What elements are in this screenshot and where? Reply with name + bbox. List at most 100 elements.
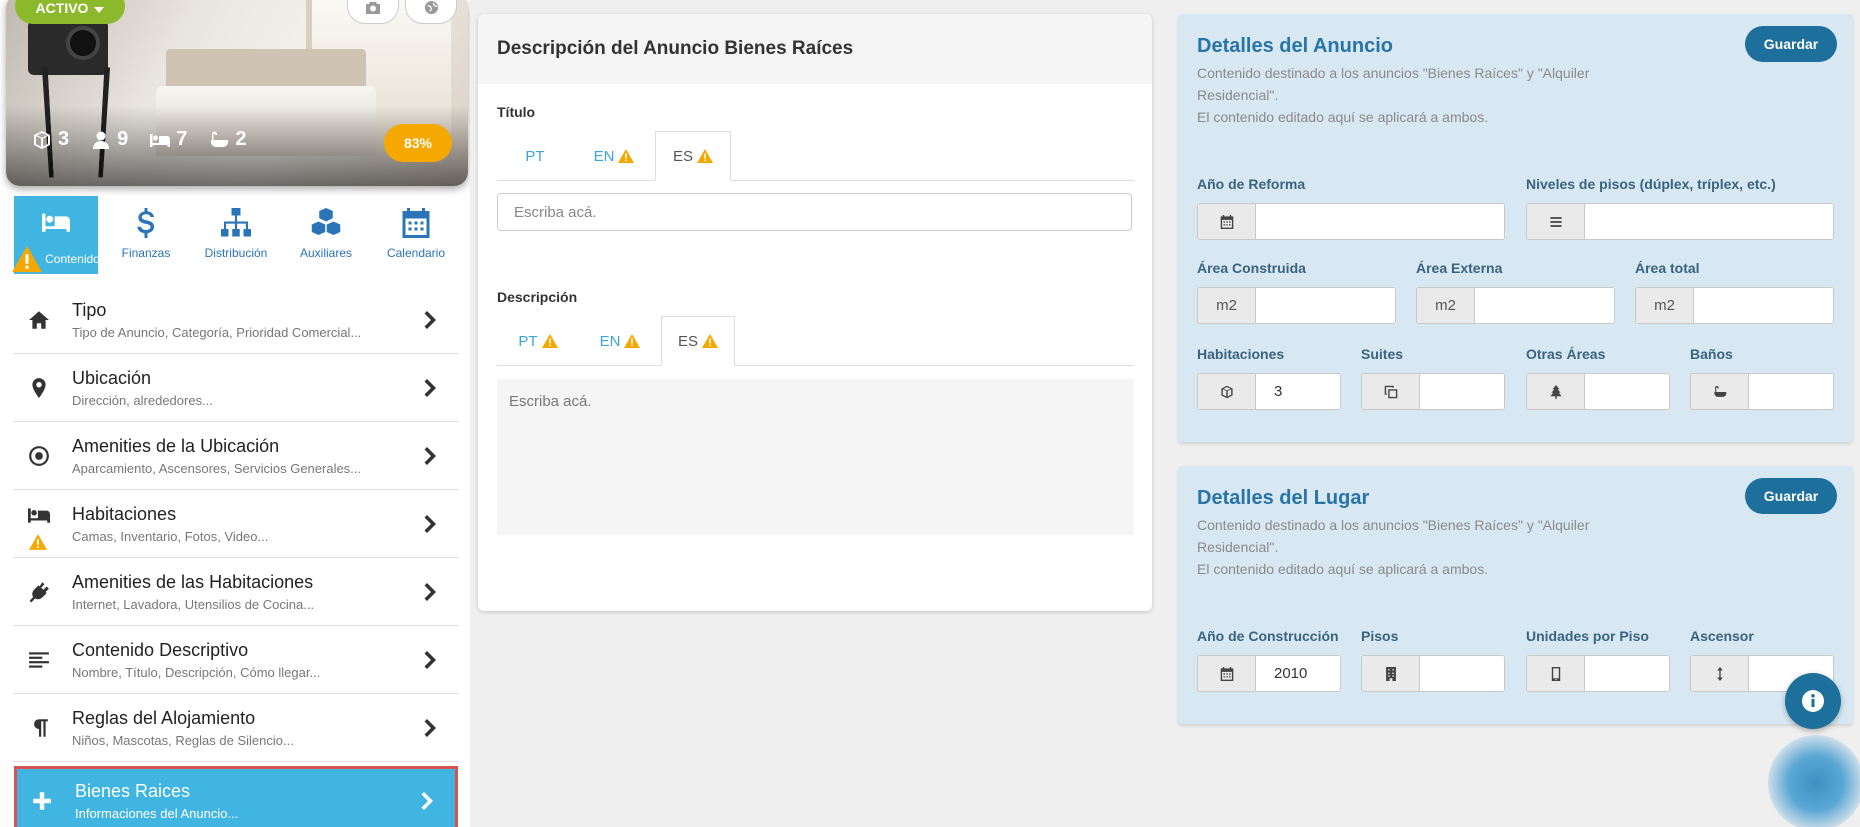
unit-addon: m2 (1417, 288, 1475, 323)
plus-icon (33, 792, 51, 810)
listing-details-title: Detalles del Anuncio (1197, 35, 1393, 57)
dollar-icon (137, 208, 155, 238)
menu-item-habitaciones[interactable]: Habitaciones Camas, Inventario, Fotos, Vi… (14, 490, 458, 558)
units-per-floor-field (1526, 655, 1670, 692)
warning-icon (618, 149, 635, 163)
bed-icon (42, 213, 70, 232)
listing-details-card: Detalles del Anuncio Contenido destinado… (1178, 14, 1853, 442)
globe-button[interactable] (405, 0, 457, 24)
built-area-input[interactable] (1256, 288, 1395, 323)
menu-item-amenities-ubicacion[interactable]: Amenities de la Ubicación Aparcamiento, A… (14, 422, 458, 490)
menu-item-reglas[interactable]: Reglas del Alojamiento Niños, Mascotas, R… (14, 694, 458, 762)
cube-icon (1220, 385, 1233, 398)
other-areas-field (1526, 373, 1670, 410)
bed-icon (28, 508, 50, 524)
content-menu: Tipo Tipo de Anuncio, Categoría, Priorida… (14, 286, 458, 827)
floors-input[interactable] (1420, 656, 1504, 691)
construction-year-input[interactable] (1256, 656, 1340, 691)
guests-stat: 9 (91, 128, 128, 151)
tab-calendario[interactable]: Calendario (374, 196, 458, 274)
description-card: Descripción del Anuncio Bienes Raíces Tí… (478, 14, 1152, 611)
tab-auxiliares[interactable]: Auxiliares (284, 196, 368, 274)
chevron-right-icon (424, 446, 436, 465)
description-card-title: Descripción del Anuncio Bienes Raíces (478, 14, 1152, 84)
renovation-year-field (1197, 203, 1505, 240)
chevron-right-icon (424, 650, 436, 669)
tab-contenido[interactable]: Contenido (12, 196, 100, 274)
title-tab-es[interactable]: ES (655, 131, 731, 181)
info-button[interactable] (1785, 673, 1841, 729)
map-pin-icon (32, 377, 46, 398)
tablet-icon (1551, 666, 1560, 681)
warning-icon (697, 149, 713, 163)
title-tab-pt[interactable]: PT (497, 131, 573, 181)
completion-badge: 83% (384, 124, 452, 162)
construction-year-label: Año de Construcción (1197, 628, 1339, 644)
external-area-input[interactable] (1475, 288, 1614, 323)
renovation-year-input[interactable] (1256, 204, 1504, 239)
bars-addon (1527, 204, 1585, 239)
building-icon (1385, 666, 1396, 681)
total-area-input[interactable] (1694, 288, 1833, 323)
total-area-label: Área total (1635, 260, 1700, 276)
rooms-field (1197, 373, 1341, 410)
menu-item-bienes-raices[interactable]: Bienes Raices Informaciones del Anuncio..… (14, 766, 458, 827)
status-dropdown[interactable]: ACTIVO (15, 0, 125, 24)
bathrooms-input[interactable] (1749, 374, 1833, 409)
total-area-field: m2 (1635, 287, 1834, 324)
save-button[interactable]: Guardar (1745, 478, 1837, 514)
menu-item-contenido-descriptivo[interactable]: Contenido Descriptivo Nombre, Título, Des… (14, 626, 458, 694)
warning-icon (541, 334, 558, 348)
paragraph-icon (34, 718, 48, 737)
property-photo[interactable]: 3 9 7 2 83% (6, 0, 468, 186)
other-areas-input[interactable] (1585, 374, 1669, 409)
tree-icon (1549, 384, 1562, 399)
units-per-floor-input[interactable] (1585, 656, 1669, 691)
elevator-label: Ascensor (1690, 628, 1754, 644)
plug-icon (29, 581, 49, 602)
menu-item-ubicacion[interactable]: Ubicación Dirección, alrededores... (14, 354, 458, 422)
align-left-icon (29, 651, 49, 668)
chat-widget-button[interactable] (1768, 735, 1860, 827)
rooms-input[interactable] (1256, 374, 1340, 409)
description-textarea[interactable] (497, 379, 1134, 535)
bed-icon (150, 133, 171, 147)
clone-addon (1362, 374, 1420, 409)
tab-distribucion[interactable]: Distribución (194, 196, 278, 274)
title-tab-en[interactable]: EN (573, 131, 655, 181)
calendar-icon (1220, 666, 1233, 681)
floor-levels-input[interactable] (1585, 204, 1833, 239)
built-area-label: Área Construida (1197, 260, 1306, 276)
calendar-addon (1198, 204, 1256, 239)
menu-item-amenities-habitaciones[interactable]: Amenities de las Habitaciones Internet, L… (14, 558, 458, 626)
chevron-right-icon (424, 310, 436, 329)
tab-finanzas[interactable]: Finanzas (104, 196, 188, 274)
chevron-right-icon (424, 514, 436, 533)
description-tab-en[interactable]: EN (579, 316, 661, 366)
suites-field (1361, 373, 1505, 410)
suites-input[interactable] (1420, 374, 1504, 409)
info-icon (1802, 690, 1824, 712)
caret-down-icon (94, 7, 105, 13)
save-button[interactable]: Guardar (1745, 26, 1837, 62)
clone-icon (1384, 385, 1397, 398)
description-tab-pt[interactable]: PT (497, 316, 579, 366)
warning-icon (624, 334, 641, 348)
menu-item-tipo[interactable]: Tipo Tipo de Anuncio, Categoría, Priorida… (14, 286, 458, 354)
chevron-right-icon (424, 718, 436, 737)
floor-levels-field (1526, 203, 1834, 240)
bars-icon (1549, 216, 1562, 227)
other-areas-label: Otras Áreas (1526, 346, 1606, 362)
dot-circle-icon (29, 445, 49, 466)
place-details-title: Detalles del Lugar (1197, 487, 1370, 509)
chevron-right-icon (421, 792, 433, 810)
warning-icon (29, 534, 47, 550)
chevron-right-icon (424, 378, 436, 397)
camera-button[interactable] (347, 0, 399, 24)
title-input[interactable] (497, 193, 1132, 231)
place-details-description: Contenido destinado a los anuncios "Bien… (1197, 517, 1590, 577)
floors-label: Pisos (1361, 628, 1399, 644)
bedrooms-stat: 3 (32, 128, 69, 151)
description-tab-es[interactable]: ES (661, 316, 735, 366)
construction-year-field (1197, 655, 1341, 692)
